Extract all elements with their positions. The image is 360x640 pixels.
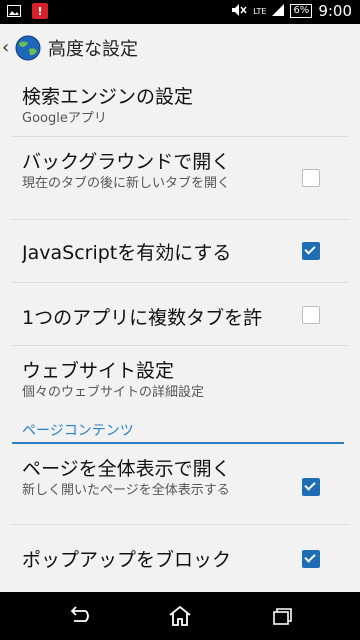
- setting-summary: Googleアプリ: [22, 111, 107, 126]
- up-navigation[interactable]: ‹: [0, 24, 48, 72]
- setting-title: JavaScriptを有効にする: [22, 242, 232, 264]
- chevron-left-icon: ‹: [2, 37, 10, 58]
- mute-icon: [231, 3, 247, 20]
- setting-overview-mode[interactable]: ページを全体表示で開く 新しく開いたページを全体表示する: [0, 444, 360, 524]
- setting-javascript[interactable]: JavaScriptを有効にする: [0, 220, 360, 282]
- action-bar: ‹ 高度な設定: [0, 24, 360, 72]
- clock-time: 9:00: [318, 2, 352, 20]
- background-tabs-checkbox[interactable]: [302, 169, 320, 187]
- setting-title: ポップアップをブロック: [22, 549, 232, 571]
- setting-title: ページを全体表示で開く: [22, 458, 231, 480]
- setting-summary: 個々のウェブサイトの詳細設定: [22, 385, 205, 400]
- status-bar: ! LTE 6% 9:00: [0, 0, 360, 24]
- back-button[interactable]: [66, 604, 92, 628]
- setting-multi-tabs[interactable]: 1つのアプリに複数タブを許: [0, 283, 360, 345]
- setting-title: バックグラウンドで開く: [22, 151, 231, 173]
- recent-apps-icon: [273, 608, 292, 625]
- home-icon: [169, 605, 191, 626]
- navigation-bar: [0, 592, 360, 640]
- overview-mode-checkbox[interactable]: [302, 478, 320, 496]
- setting-block-popups[interactable]: ポップアップをブロック: [0, 525, 360, 587]
- home-button[interactable]: [167, 604, 193, 628]
- block-popups-checkbox[interactable]: [302, 550, 320, 568]
- setting-summary: 新しく開いたページを全体表示する: [22, 483, 230, 498]
- warning-icon: !: [32, 3, 48, 19]
- lte-label: LTE: [253, 6, 267, 16]
- multi-tabs-checkbox[interactable]: [302, 306, 320, 324]
- page-title: 高度な設定: [48, 39, 138, 60]
- setting-title: ウェブサイト設定: [22, 360, 175, 382]
- browser-globe-icon: [15, 35, 41, 61]
- setting-search-engine[interactable]: 検索エンジンの設定 Googleアプリ: [0, 72, 360, 136]
- image-notification-icon: [6, 3, 22, 19]
- setting-website-settings[interactable]: ウェブサイト設定 個々のウェブサイトの詳細設定: [0, 346, 360, 408]
- setting-summary: 現在のタブの後に新しいタブを開く: [22, 176, 231, 191]
- setting-title: 検索エンジンの設定: [22, 86, 194, 108]
- javascript-checkbox[interactable]: [302, 242, 320, 260]
- recents-button[interactable]: [268, 604, 294, 628]
- battery-indicator: 6%: [290, 4, 313, 18]
- setting-background-tabs[interactable]: バックグラウンドで開く 現在のタブの後に新しいタブを開く: [0, 137, 360, 219]
- section-header-page-content: ページコンテンツ: [22, 423, 134, 439]
- signal-icon: [272, 3, 285, 19]
- setting-title: 1つのアプリに複数タブを許: [22, 307, 263, 329]
- back-arrow-icon: [70, 606, 89, 622]
